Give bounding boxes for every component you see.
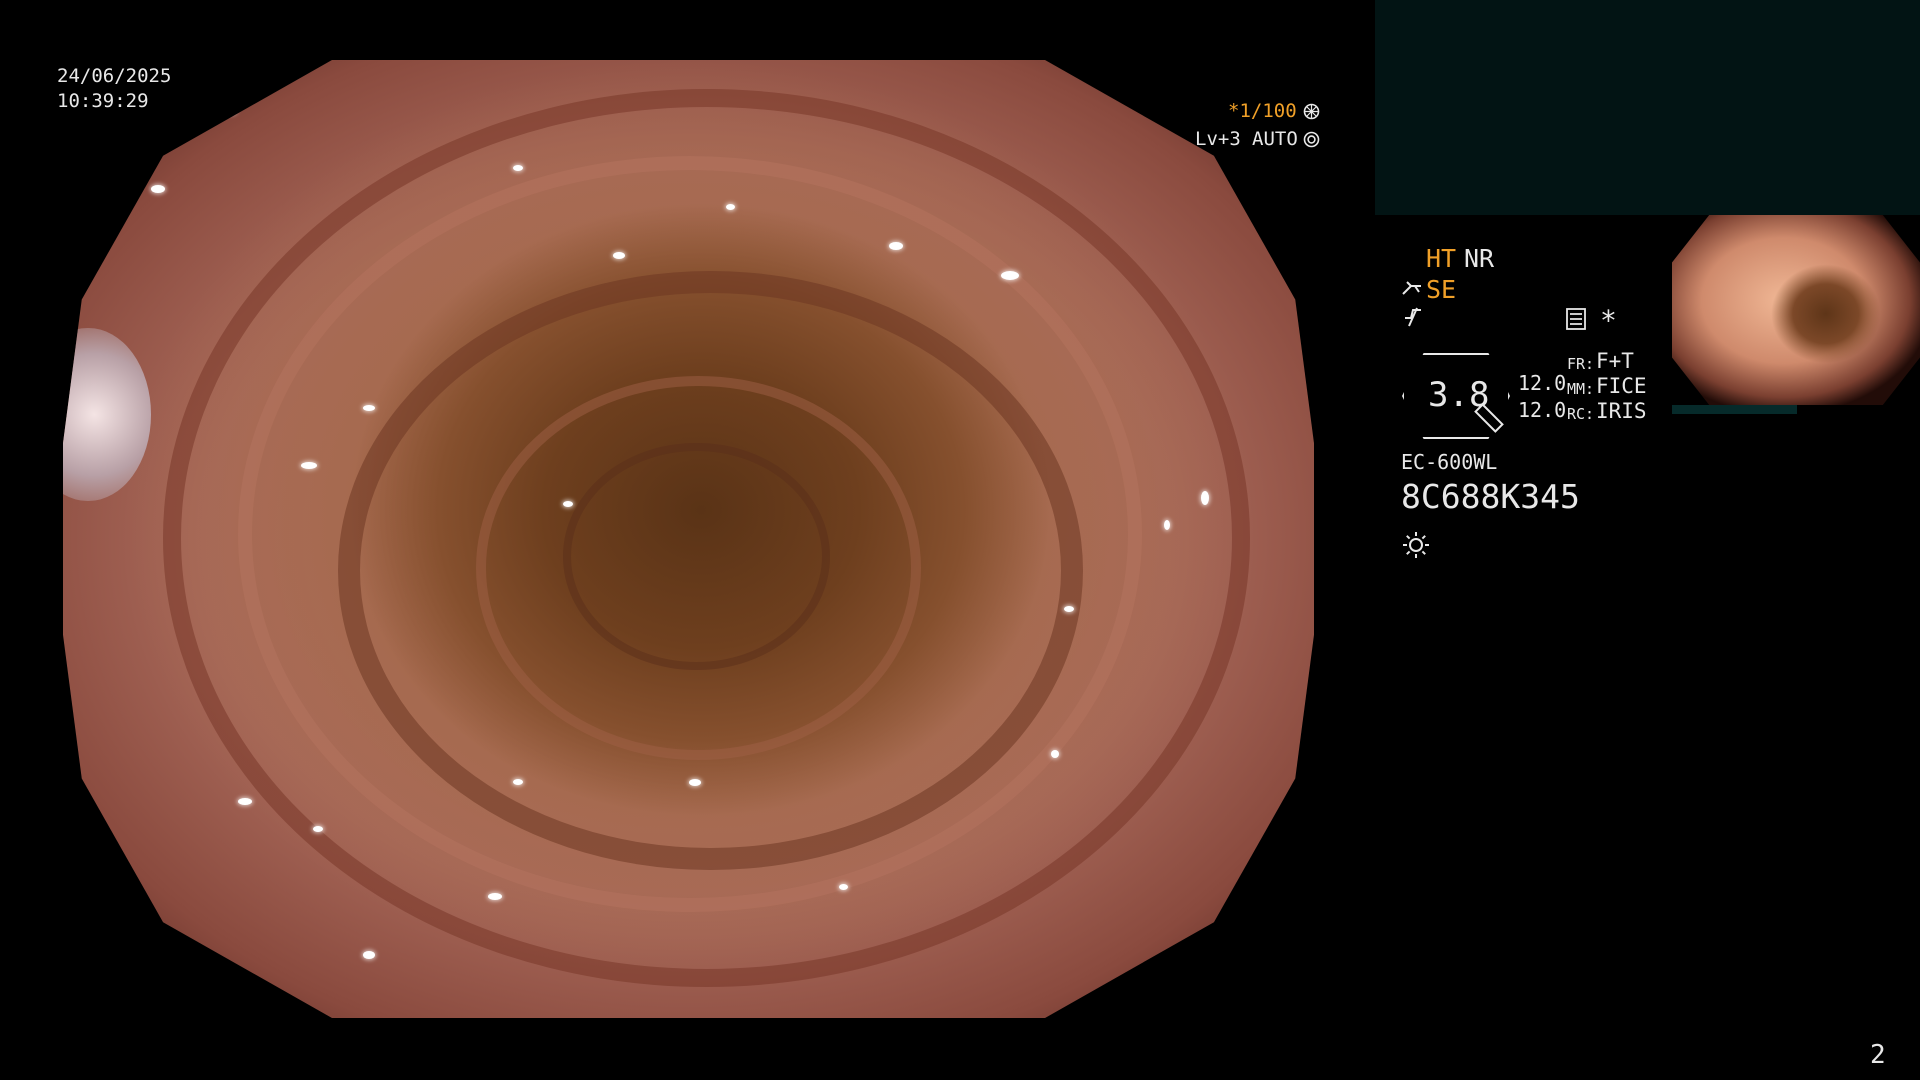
date-text: 24/06/2025: [57, 65, 172, 87]
signal-icon: [1403, 306, 1423, 332]
mm-value: FICE: [1596, 374, 1647, 398]
page-number: 2: [1870, 1040, 1886, 1070]
aperture-icon: [1303, 103, 1320, 124]
menu-icon: [1566, 308, 1586, 334]
sun-icon: [1401, 530, 1431, 564]
rc-label: RC:: [1567, 405, 1595, 423]
scope-model: EC-600WL: [1401, 450, 1498, 474]
level-text: Lv+3: [1195, 128, 1241, 150]
nr-text: NR: [1464, 244, 1495, 273]
thumbnail-bar: [1672, 405, 1797, 414]
fr-label: FR:: [1567, 355, 1595, 373]
thumbnail-image: [1672, 215, 1920, 405]
value-2: 12.0: [1518, 398, 1567, 422]
shutter-text: *1/100: [1228, 100, 1297, 122]
asterisk-text: *: [1600, 304, 1617, 337]
serial-number: 8C688K345: [1401, 477, 1580, 516]
time-text: 10:39:29: [57, 90, 149, 112]
scope-icon: [1401, 278, 1425, 302]
se-text: SE: [1426, 275, 1457, 304]
value-1: 12.0: [1518, 371, 1567, 395]
rc-value: IRIS: [1596, 399, 1647, 423]
info-box: [1375, 0, 1920, 215]
ht-text: HT: [1426, 244, 1457, 273]
mode-text: AUTO: [1252, 128, 1298, 150]
mm-label: MM:: [1567, 380, 1595, 398]
fr-value: F+T: [1596, 349, 1634, 373]
endoscopic-image: [63, 60, 1314, 1018]
settings-icon: [1303, 131, 1320, 152]
